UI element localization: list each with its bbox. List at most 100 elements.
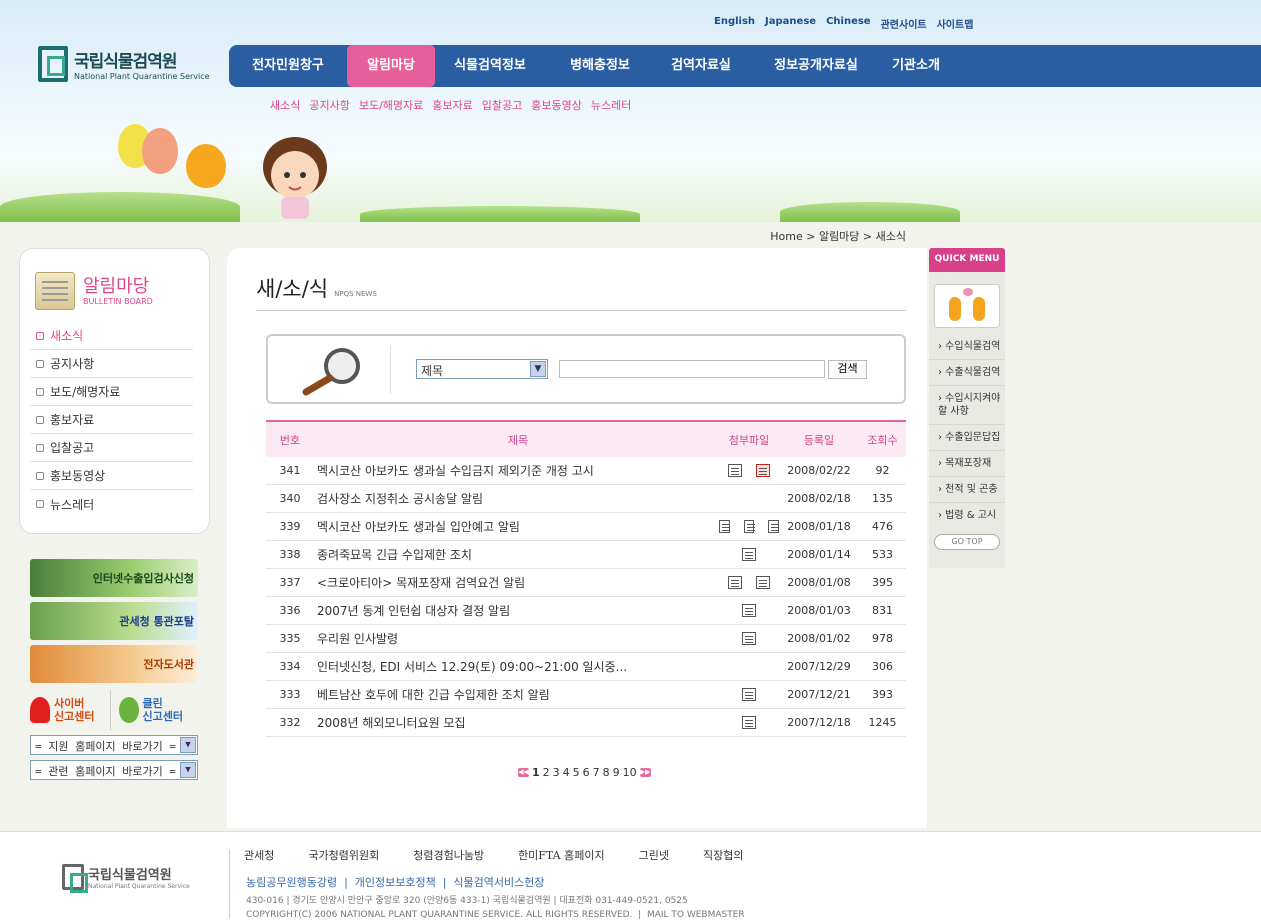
clean-report-center-link[interactable]: 클린 신고센터 (111, 690, 199, 730)
gnb-item-notice-board[interactable]: 알림마당 (347, 45, 435, 87)
hwp-file-icon[interactable] (743, 520, 755, 533)
lnb-item-pr[interactable]: 홍보자료 (432, 97, 472, 113)
quick-item-import-rules[interactable]: › 수입시지켜야 할 사항 (929, 386, 1005, 425)
table-row[interactable]: 336 2007년 동계 인턴쉽 대상자 결정 알림 2008/01/03 831 (266, 597, 906, 625)
footer-link-integrity[interactable]: 청렴경험나눔방 (413, 847, 484, 863)
side-item-press[interactable]: 보도/해명자료 (30, 378, 193, 406)
hwp-file-icon[interactable] (768, 520, 780, 533)
gnb-item-quarantine-info[interactable]: 식물검역정보 (435, 45, 545, 87)
footer-policies[interactable]: 농림공무원행동강령 | 개인정보보호정책 | 식물검역서비스헌장 (246, 874, 545, 890)
side-item-notice[interactable]: 공지사항 (30, 350, 193, 378)
page-link[interactable]: 4 (563, 766, 570, 779)
table-row[interactable]: 332 2008년 해외모니터요원 모집 2007/12/18 1245 (266, 709, 906, 737)
hwp-file-icon[interactable] (742, 716, 756, 729)
hwp-file-icon[interactable] (742, 688, 756, 701)
footer-link-greennet[interactable]: 그린넷 (639, 847, 669, 863)
quick-item-faq[interactable]: › 수출입문답집 (929, 425, 1005, 451)
quick-item-wood-packaging[interactable]: › 목재포장재 (929, 451, 1005, 477)
page-link[interactable]: 3 (553, 766, 560, 779)
footer-link-customs[interactable]: 관세청 (244, 847, 274, 863)
table-row[interactable]: 334 인터넷신청, EDI 서비스 12.29(토) 09:00~21:00 일… (266, 653, 906, 681)
table-row[interactable]: 339 멕시코산 아보카도 생과실 입안예고 알림 2008/01/18 476 (266, 513, 906, 541)
page-link[interactable]: 2 (543, 766, 550, 779)
lnb-item-video[interactable]: 홍보동영상 (531, 97, 582, 113)
banner-e-library[interactable]: 전자도서관 (30, 645, 198, 683)
news-table: 번호 제목 첨부파일 등록일 조회수 341 멕시코산 아보카도 생과실 수입금지… (266, 420, 906, 737)
site-logo[interactable]: 국립식물검역원 National Plant Quarantine Servic… (38, 46, 210, 82)
page-link[interactable]: 5 (573, 766, 580, 779)
util-link-sitemap[interactable]: 사이트맵 (937, 16, 974, 31)
side-item-bid[interactable]: 입찰공고 (30, 434, 193, 462)
row-subject-link[interactable]: <크로아티아> 목재포장재 검역요건 알림 (314, 574, 719, 591)
page-link[interactable]: 9 (613, 766, 620, 779)
next-page-icon[interactable]: ▶▶ (639, 768, 651, 777)
table-row[interactable]: 335 우리원 인사발령 2008/01/02 978 (266, 625, 906, 653)
util-link-japanese[interactable]: Japanese (765, 16, 816, 31)
page-link[interactable]: 6 (583, 766, 590, 779)
hwp-file-icon[interactable] (719, 520, 730, 533)
side-item-pr[interactable]: 홍보자료 (30, 406, 193, 434)
page-link[interactable]: 10 (623, 766, 637, 779)
util-link-english[interactable]: English (714, 16, 755, 31)
quick-item-export[interactable]: › 수출식물검역 (929, 360, 1005, 386)
quick-item-import[interactable]: › 수입식물검역 (929, 334, 1005, 360)
row-subject-link[interactable]: 2007년 동계 인턴쉽 대상자 결정 알림 (314, 602, 719, 619)
table-row[interactable]: 337 <크로아티아> 목재포장재 검역요건 알림 2008/01/08 395 (266, 569, 906, 597)
side-item-video[interactable]: 홍보동영상 (30, 462, 193, 490)
row-subject-link[interactable]: 우리원 인사발령 (314, 630, 719, 647)
gnb-item-e-civil[interactable]: 전자민원창구 (229, 45, 347, 87)
gnb-item-pest-info[interactable]: 병해충정보 (545, 45, 655, 87)
lnb-item-bid[interactable]: 입찰공고 (482, 97, 522, 113)
gnb-item-about[interactable]: 기관소개 (885, 45, 947, 87)
table-row[interactable]: 340 검사장소 지정취소 공시송달 알림 2008/02/18 135 (266, 485, 906, 513)
table-row[interactable]: 338 종려죽묘목 긴급 수입제한 조치 2008/01/14 533 (266, 541, 906, 569)
search-field-select[interactable]: 제목 ▼ (416, 359, 548, 379)
search-button[interactable]: 검색 (828, 360, 867, 379)
bullet-icon (36, 500, 44, 508)
cyber-report-center-link[interactable]: 사이버 신고센터 (30, 690, 111, 730)
row-date: 2008/02/18 (787, 492, 851, 505)
hwp-file-icon[interactable] (756, 576, 770, 589)
util-link-related-sites[interactable]: 관련사이트 (881, 16, 927, 31)
sub-navigation: 새소식 공지사항 보도/해명자료 홍보자료 입찰공고 홍보동영상 뉴스레터 (270, 97, 631, 113)
row-subject-link[interactable]: 2008년 해외모니터요원 모집 (314, 714, 719, 731)
row-subject-link[interactable]: 종려죽묘목 긴급 수입제한 조치 (314, 546, 719, 563)
go-top-button[interactable]: GO TOP (934, 534, 1000, 550)
hwp-file-icon[interactable] (742, 548, 756, 561)
footer-link-fta[interactable]: 한미FTA 홈페이지 (518, 847, 605, 863)
search-input[interactable] (559, 360, 825, 378)
hwp-file-icon[interactable] (742, 604, 756, 617)
hwp-file-icon[interactable] (742, 632, 756, 645)
hwp-file-icon[interactable] (728, 576, 742, 589)
lnb-item-newsletter[interactable]: 뉴스레터 (591, 97, 631, 113)
row-subject-link[interactable]: 인터넷신청, EDI 서비스 12.29(토) 09:00~21:00 일시중.… (314, 658, 719, 675)
gnb-item-data-room[interactable]: 검역자료실 (655, 45, 747, 87)
side-item-news[interactable]: 새소식 (30, 322, 193, 350)
footer-link-anticorruption[interactable]: 국가청렴위원회 (308, 847, 379, 863)
row-subject-link[interactable]: 멕시코산 아보카도 생과실 입안예고 알림 (314, 518, 719, 535)
support-homepage-select[interactable]: = 지원 홈페이지 바로가기 = ▼ (30, 735, 198, 755)
hwp-file-icon[interactable] (728, 464, 742, 477)
lnb-item-press[interactable]: 보도/해명자료 (359, 97, 423, 113)
related-homepage-select[interactable]: = 관련 홈페이지 바로가기 = ▼ (30, 760, 198, 780)
banner-internet-inspection[interactable]: 인터넷수출입검사신청 (30, 559, 198, 597)
side-item-newsletter[interactable]: 뉴스레터 (30, 490, 193, 518)
quick-item-natural-enemy[interactable]: › 천적 및 곤충 (929, 477, 1005, 503)
page-link[interactable]: 1 (532, 766, 540, 779)
lnb-item-news[interactable]: 새소식 (270, 97, 300, 113)
footer-link-union[interactable]: 직장협의 (703, 847, 743, 863)
pdf-file-icon[interactable] (756, 464, 770, 477)
table-row[interactable]: 333 베트남산 호두에 대한 긴급 수입제한 조치 알림 2007/12/21 39… (266, 681, 906, 709)
lnb-item-notice[interactable]: 공지사항 (309, 97, 349, 113)
page-link[interactable]: 7 (593, 766, 600, 779)
table-row[interactable]: 341 멕시코산 아보카도 생과실 수입금지 제외기준 개정 고시 2008/02/… (266, 457, 906, 485)
banner-customs-portal[interactable]: 관세청 통관포탈 (30, 602, 198, 640)
page-link[interactable]: 8 (603, 766, 610, 779)
row-subject-link[interactable]: 검사장소 지정취소 공시송달 알림 (314, 490, 719, 507)
util-link-chinese[interactable]: Chinese (826, 16, 871, 31)
gnb-item-public-info[interactable]: 정보공개자료실 (747, 45, 885, 87)
row-subject-link[interactable]: 베트남산 호두에 대한 긴급 수입제한 조치 알림 (314, 686, 719, 703)
quick-item-laws[interactable]: › 법령 & 고시 (929, 503, 1005, 528)
row-subject-link[interactable]: 멕시코산 아보카도 생과실 수입금지 제외기준 개정 고시 (314, 462, 719, 479)
prev-page-icon[interactable]: ◀◀ (518, 768, 529, 777)
